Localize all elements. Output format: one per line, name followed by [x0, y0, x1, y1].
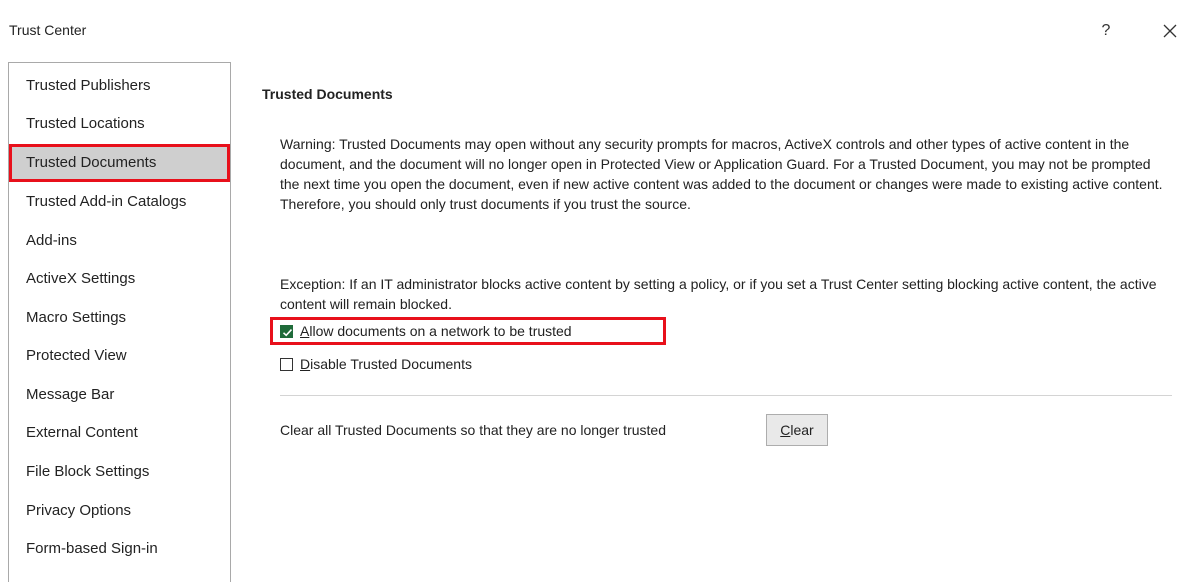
sidebar: Trusted Publishers Trusted Locations Tru…: [8, 62, 231, 582]
allow-network-documents-option[interactable]: Allow documents on a network to be trust…: [270, 317, 666, 345]
window-title: Trust Center: [9, 22, 87, 38]
title-bar: Trust Center ?: [0, 0, 1192, 60]
disable-trusted-documents-option[interactable]: Disable Trusted Documents: [270, 350, 472, 378]
sidebar-item-macro-settings[interactable]: Macro Settings: [9, 299, 230, 337]
sidebar-item-trusted-add-in-catalogs[interactable]: Trusted Add-in Catalogs: [9, 183, 230, 221]
sidebar-item-protected-view[interactable]: Protected View: [9, 337, 230, 375]
allow-network-documents-label-text: llow documents on a network to be truste…: [309, 323, 572, 339]
sidebar-item-trusted-documents[interactable]: Trusted Documents: [9, 144, 230, 182]
sidebar-item-trusted-locations[interactable]: Trusted Locations: [9, 105, 230, 143]
clear-button[interactable]: Clear: [766, 414, 828, 446]
exception-text: Exception: If an IT administrator blocks…: [280, 276, 1157, 312]
close-button[interactable]: [1158, 19, 1182, 43]
clear-button-label: lear: [790, 422, 814, 438]
sidebar-item-activex-settings[interactable]: ActiveX Settings: [9, 260, 230, 298]
sidebar-item-privacy-options[interactable]: Privacy Options: [9, 492, 230, 530]
warning-text: Warning: Trusted Documents may open with…: [280, 136, 1163, 212]
checkmark-icon: [282, 328, 293, 336]
sidebar-item-message-bar[interactable]: Message Bar: [9, 376, 230, 414]
clear-description: Clear all Trusted Documents so that they…: [280, 422, 666, 438]
access-key-c: C: [780, 422, 791, 438]
help-button[interactable]: ?: [1095, 19, 1117, 43]
sidebar-item-external-content[interactable]: External Content: [9, 414, 230, 452]
disable-trusted-documents-checkbox[interactable]: [280, 357, 293, 371]
sidebar-item-add-ins[interactable]: Add-ins: [9, 222, 230, 260]
access-key-a: A: [300, 323, 310, 339]
disable-trusted-documents-label: Disable Trusted Documents: [300, 356, 472, 372]
allow-network-documents-checkbox[interactable]: [280, 324, 293, 338]
sidebar-item-form-based-sign-in[interactable]: Form-based Sign-in: [9, 530, 230, 568]
sidebar-item-trusted-publishers[interactable]: Trusted Publishers: [9, 67, 230, 105]
close-icon: [1163, 24, 1177, 38]
sidebar-item-file-block-settings[interactable]: File Block Settings: [9, 453, 230, 491]
allow-network-documents-label: Allow documents on a network to be trust…: [300, 323, 572, 339]
disable-trusted-documents-label-text: isable Trusted Documents: [310, 356, 472, 372]
access-key-d: D: [300, 356, 311, 372]
section-title: Trusted Documents: [262, 86, 393, 102]
divider: [280, 395, 1172, 396]
